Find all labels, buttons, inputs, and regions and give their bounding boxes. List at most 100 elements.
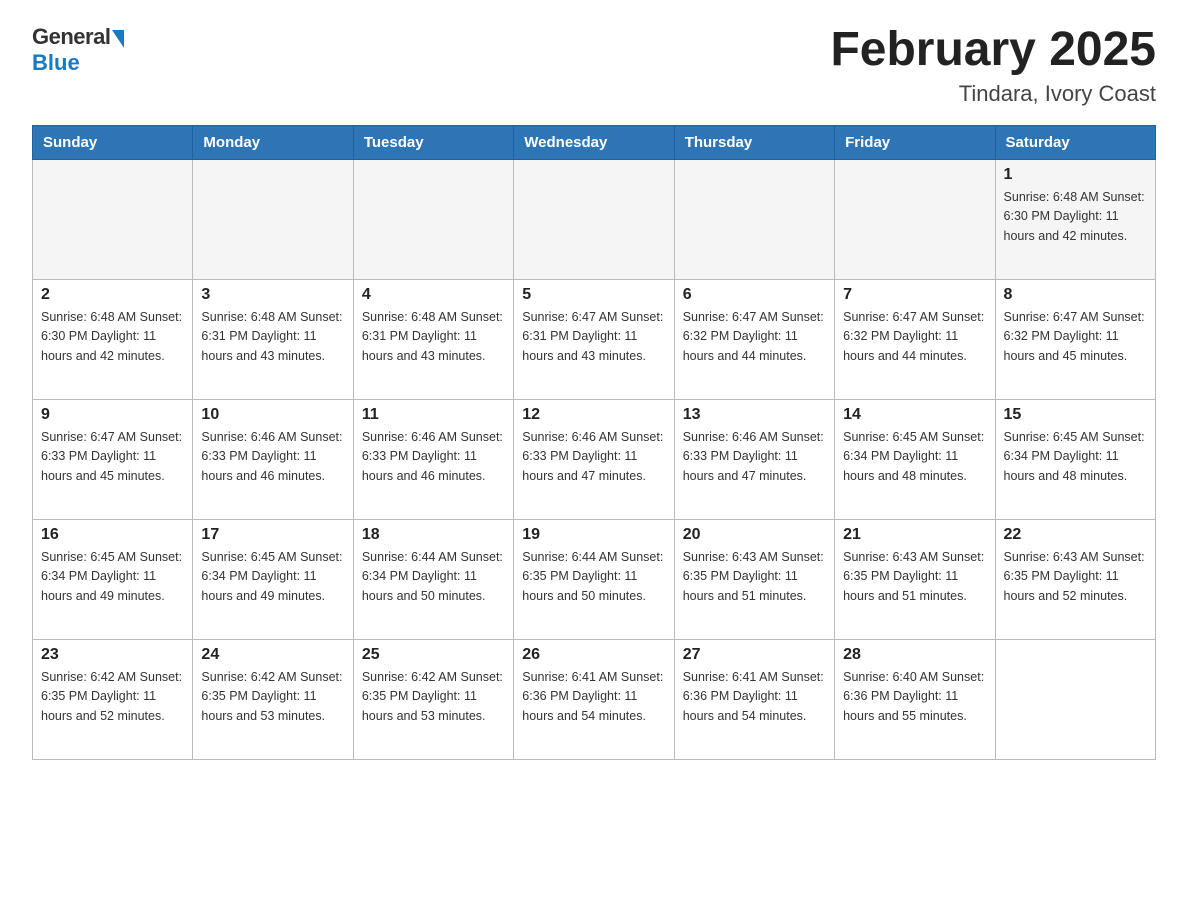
calendar-cell: 5 Sunrise: 6:47 AM Sunset: 6:31 PM Daylig… [514, 279, 674, 399]
day-info: Sunrise: 6:46 AM Sunset: 6:33 PM Dayligh… [522, 428, 665, 486]
calendar-cell: 21 Sunrise: 6:43 AM Sunset: 6:35 PM Dayli… [835, 519, 995, 639]
calendar-cell: 13 Sunrise: 6:46 AM Sunset: 6:33 PM Dayli… [674, 399, 834, 519]
calendar-cell: 17 Sunrise: 6:45 AM Sunset: 6:34 PM Dayli… [193, 519, 353, 639]
day-number: 10 [201, 406, 344, 424]
day-info: Sunrise: 6:40 AM Sunset: 6:36 PM Dayligh… [843, 668, 986, 726]
calendar-cell [674, 159, 834, 279]
calendar-cell: 28 Sunrise: 6:40 AM Sunset: 6:36 PM Dayli… [835, 639, 995, 759]
day-number: 6 [683, 286, 826, 304]
day-number: 28 [843, 646, 986, 664]
day-info: Sunrise: 6:44 AM Sunset: 6:34 PM Dayligh… [362, 548, 505, 606]
col-friday: Friday [835, 125, 995, 159]
day-number: 25 [362, 646, 505, 664]
calendar-cell [514, 159, 674, 279]
logo-blue-text: Blue [32, 50, 80, 76]
logo-arrow-icon [112, 30, 124, 48]
day-info: Sunrise: 6:41 AM Sunset: 6:36 PM Dayligh… [522, 668, 665, 726]
calendar-cell: 20Sunrise: 6:43 AM Sunset: 6:35 PM Dayli… [674, 519, 834, 639]
day-number: 19 [522, 526, 665, 544]
calendar-week-3: 9 Sunrise: 6:47 AM Sunset: 6:33 PM Daylig… [33, 399, 1156, 519]
calendar-cell: 15 Sunrise: 6:45 AM Sunset: 6:34 PM Dayli… [995, 399, 1155, 519]
calendar-cell: 22 Sunrise: 6:43 AM Sunset: 6:35 PM Dayli… [995, 519, 1155, 639]
day-number: 4 [362, 286, 505, 304]
calendar-cell [995, 639, 1155, 759]
calendar-cell: 12 Sunrise: 6:46 AM Sunset: 6:33 PM Dayli… [514, 399, 674, 519]
calendar-cell: 16 Sunrise: 6:45 AM Sunset: 6:34 PM Dayli… [33, 519, 193, 639]
col-tuesday: Tuesday [353, 125, 513, 159]
day-info: Sunrise: 6:45 AM Sunset: 6:34 PM Dayligh… [843, 428, 986, 486]
calendar-cell: 19 Sunrise: 6:44 AM Sunset: 6:35 PM Dayli… [514, 519, 674, 639]
day-number: 21 [843, 526, 986, 544]
day-info: Sunrise: 6:47 AM Sunset: 6:33 PM Dayligh… [41, 428, 184, 486]
calendar-cell: 11Sunrise: 6:46 AM Sunset: 6:33 PM Dayli… [353, 399, 513, 519]
day-number: 26 [522, 646, 665, 664]
calendar-cell: 18Sunrise: 6:44 AM Sunset: 6:34 PM Dayli… [353, 519, 513, 639]
day-info: Sunrise: 6:42 AM Sunset: 6:35 PM Dayligh… [362, 668, 505, 726]
calendar-cell: 10 Sunrise: 6:46 AM Sunset: 6:33 PM Dayli… [193, 399, 353, 519]
col-saturday: Saturday [995, 125, 1155, 159]
calendar-cell [193, 159, 353, 279]
day-info: Sunrise: 6:43 AM Sunset: 6:35 PM Dayligh… [1004, 548, 1147, 606]
day-info: Sunrise: 6:47 AM Sunset: 6:32 PM Dayligh… [843, 308, 986, 366]
day-number: 20 [683, 526, 826, 544]
day-info: Sunrise: 6:47 AM Sunset: 6:32 PM Dayligh… [683, 308, 826, 366]
calendar-week-5: 23 Sunrise: 6:42 AM Sunset: 6:35 PM Dayli… [33, 639, 1156, 759]
day-number: 3 [201, 286, 344, 304]
day-info: Sunrise: 6:48 AM Sunset: 6:31 PM Dayligh… [201, 308, 344, 366]
calendar-cell: 4Sunrise: 6:48 AM Sunset: 6:31 PM Daylig… [353, 279, 513, 399]
day-info: Sunrise: 6:46 AM Sunset: 6:33 PM Dayligh… [362, 428, 505, 486]
day-info: Sunrise: 6:41 AM Sunset: 6:36 PM Dayligh… [683, 668, 826, 726]
logo-general-text: General [32, 24, 110, 50]
calendar-header-row: Sunday Monday Tuesday Wednesday Thursday… [33, 125, 1156, 159]
location: Tindara, Ivory Coast [830, 81, 1156, 107]
day-number: 24 [201, 646, 344, 664]
day-number: 16 [41, 526, 184, 544]
calendar-table: Sunday Monday Tuesday Wednesday Thursday… [32, 125, 1156, 760]
calendar-week-4: 16 Sunrise: 6:45 AM Sunset: 6:34 PM Dayli… [33, 519, 1156, 639]
calendar-week-1: 1 Sunrise: 6:48 AM Sunset: 6:30 PM Daylig… [33, 159, 1156, 279]
calendar-cell: 7 Sunrise: 6:47 AM Sunset: 6:32 PM Daylig… [835, 279, 995, 399]
logo: General Blue [32, 24, 124, 76]
day-number: 1 [1004, 166, 1147, 184]
day-number: 5 [522, 286, 665, 304]
day-number: 23 [41, 646, 184, 664]
day-number: 15 [1004, 406, 1147, 424]
day-info: Sunrise: 6:45 AM Sunset: 6:34 PM Dayligh… [1004, 428, 1147, 486]
col-sunday: Sunday [33, 125, 193, 159]
day-number: 17 [201, 526, 344, 544]
day-number: 7 [843, 286, 986, 304]
month-title: February 2025 [830, 24, 1156, 77]
day-info: Sunrise: 6:47 AM Sunset: 6:31 PM Dayligh… [522, 308, 665, 366]
col-monday: Monday [193, 125, 353, 159]
day-number: 14 [843, 406, 986, 424]
day-number: 9 [41, 406, 184, 424]
calendar-cell: 25 Sunrise: 6:42 AM Sunset: 6:35 PM Dayli… [353, 639, 513, 759]
day-info: Sunrise: 6:45 AM Sunset: 6:34 PM Dayligh… [41, 548, 184, 606]
calendar-cell: 2 Sunrise: 6:48 AM Sunset: 6:30 PM Daylig… [33, 279, 193, 399]
day-number: 27 [683, 646, 826, 664]
day-number: 12 [522, 406, 665, 424]
day-info: Sunrise: 6:44 AM Sunset: 6:35 PM Dayligh… [522, 548, 665, 606]
day-info: Sunrise: 6:46 AM Sunset: 6:33 PM Dayligh… [201, 428, 344, 486]
calendar-cell: 8 Sunrise: 6:47 AM Sunset: 6:32 PM Daylig… [995, 279, 1155, 399]
calendar-cell: 9 Sunrise: 6:47 AM Sunset: 6:33 PM Daylig… [33, 399, 193, 519]
day-info: Sunrise: 6:46 AM Sunset: 6:33 PM Dayligh… [683, 428, 826, 486]
day-info: Sunrise: 6:42 AM Sunset: 6:35 PM Dayligh… [41, 668, 184, 726]
day-number: 8 [1004, 286, 1147, 304]
day-number: 22 [1004, 526, 1147, 544]
day-info: Sunrise: 6:42 AM Sunset: 6:35 PM Dayligh… [201, 668, 344, 726]
page-header: General Blue February 2025 Tindara, Ivor… [32, 24, 1156, 107]
calendar-cell: 23 Sunrise: 6:42 AM Sunset: 6:35 PM Dayli… [33, 639, 193, 759]
calendar-cell: 27 Sunrise: 6:41 AM Sunset: 6:36 PM Dayli… [674, 639, 834, 759]
calendar-cell: 3 Sunrise: 6:48 AM Sunset: 6:31 PM Daylig… [193, 279, 353, 399]
day-info: Sunrise: 6:43 AM Sunset: 6:35 PM Dayligh… [843, 548, 986, 606]
day-number: 13 [683, 406, 826, 424]
title-section: February 2025 Tindara, Ivory Coast [830, 24, 1156, 107]
day-info: Sunrise: 6:47 AM Sunset: 6:32 PM Dayligh… [1004, 308, 1147, 366]
calendar-cell [835, 159, 995, 279]
day-info: Sunrise: 6:48 AM Sunset: 6:30 PM Dayligh… [1004, 188, 1147, 246]
calendar-week-2: 2 Sunrise: 6:48 AM Sunset: 6:30 PM Daylig… [33, 279, 1156, 399]
day-info: Sunrise: 6:45 AM Sunset: 6:34 PM Dayligh… [201, 548, 344, 606]
day-number: 2 [41, 286, 184, 304]
day-info: Sunrise: 6:48 AM Sunset: 6:30 PM Dayligh… [41, 308, 184, 366]
